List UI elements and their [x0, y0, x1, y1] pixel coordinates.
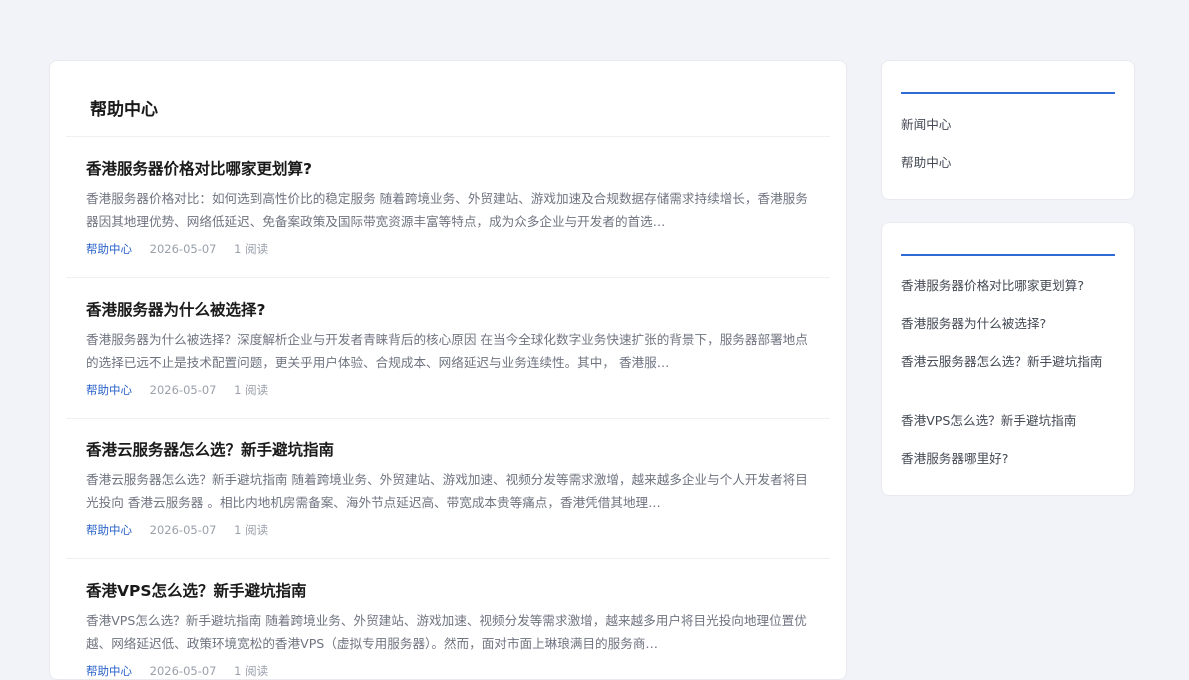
article-summary: 香港服务器价格对比：如何选到高性价比的稳定服务 随着跨境业务、外贸建站、游戏加速… [86, 191, 808, 229]
article-summary: 香港云服务器怎么选？新手避坑指南 随着跨境业务、外贸建站、游戏加速、视频分发等需… [86, 472, 808, 510]
article-meta: 帮助中心 2026-05-07 1 阅读 [86, 382, 268, 398]
article-list-card: 帮助中心 香港服务器价格对比哪家更划算? 香港服务器价格对比：如何选到高性价比的… [49, 60, 847, 680]
article-read-count: 1 阅读 [234, 664, 269, 678]
page-title: 帮助中心 [90, 100, 158, 120]
article-read-count: 1 阅读 [234, 383, 269, 397]
recent-articles-card: 香港服务器价格对比哪家更划算? 香港服务器为什么被选择? 香港云服务器怎么选？新… [881, 222, 1135, 496]
article-meta: 帮助中心 2026-05-07 1 阅读 [86, 241, 268, 257]
article-date: 2026-05-07 [149, 242, 217, 256]
article-category-link[interactable]: 帮助中心 [86, 242, 132, 256]
recent-article-link[interactable]: 香港服务器哪里好? [901, 448, 1115, 469]
article-summary: 香港VPS怎么选？新手避坑指南 随着跨境业务、外贸建站、游戏加速、视频分发等需求… [86, 613, 807, 651]
recent-article-link[interactable]: 香港服务器价格对比哪家更划算? [901, 275, 1115, 296]
article-title[interactable]: 香港服务器价格对比哪家更划算? [86, 157, 312, 179]
article-date: 2026-05-07 [149, 664, 217, 678]
article-summary: 香港服务器为什么被选择？深度解析企业与开发者青睐背后的核心原因 在当今全球化数字… [86, 332, 808, 370]
article-item[interactable]: 香港服务器为什么被选择? 香港服务器为什么被选择？深度解析企业与开发者青睐背后的… [66, 278, 830, 419]
sidebar-category-link[interactable]: 新闻中心 [901, 114, 1115, 135]
article-meta: 帮助中心 2026-05-07 1 阅读 [86, 522, 268, 538]
category-sidebar-card: 新闻中心 帮助中心 [881, 60, 1135, 200]
article-date: 2026-05-07 [149, 523, 217, 537]
recent-article-link[interactable]: 香港云服务器怎么选？新手避坑指南 [901, 351, 1115, 372]
recent-article-link[interactable]: 香港VPS怎么选？新手避坑指南 [901, 410, 1115, 431]
article-category-link[interactable]: 帮助中心 [86, 664, 132, 678]
sidebar-accent-line [901, 254, 1115, 256]
article-read-count: 1 阅读 [234, 242, 269, 256]
sidebar-category-link[interactable]: 帮助中心 [901, 152, 1115, 173]
article-category-link[interactable]: 帮助中心 [86, 523, 132, 537]
article-read-count: 1 阅读 [234, 523, 269, 537]
article-item[interactable]: 香港服务器价格对比哪家更划算? 香港服务器价格对比：如何选到高性价比的稳定服务 … [66, 137, 830, 278]
article-date: 2026-05-07 [149, 383, 217, 397]
article-category-link[interactable]: 帮助中心 [86, 383, 132, 397]
sidebar-accent-line [901, 92, 1115, 94]
article-title[interactable]: 香港云服务器怎么选？新手避坑指南 [86, 438, 334, 460]
article-item[interactable]: 香港云服务器怎么选？新手避坑指南 香港云服务器怎么选？新手避坑指南 随着跨境业务… [66, 418, 830, 559]
recent-article-link[interactable]: 香港服务器为什么被选择? [901, 313, 1115, 334]
article-meta: 帮助中心 2026-05-07 1 阅读 [86, 663, 268, 679]
article-title[interactable]: 香港VPS怎么选？新手避坑指南 [86, 579, 307, 601]
article-title[interactable]: 香港服务器为什么被选择? [86, 298, 266, 320]
